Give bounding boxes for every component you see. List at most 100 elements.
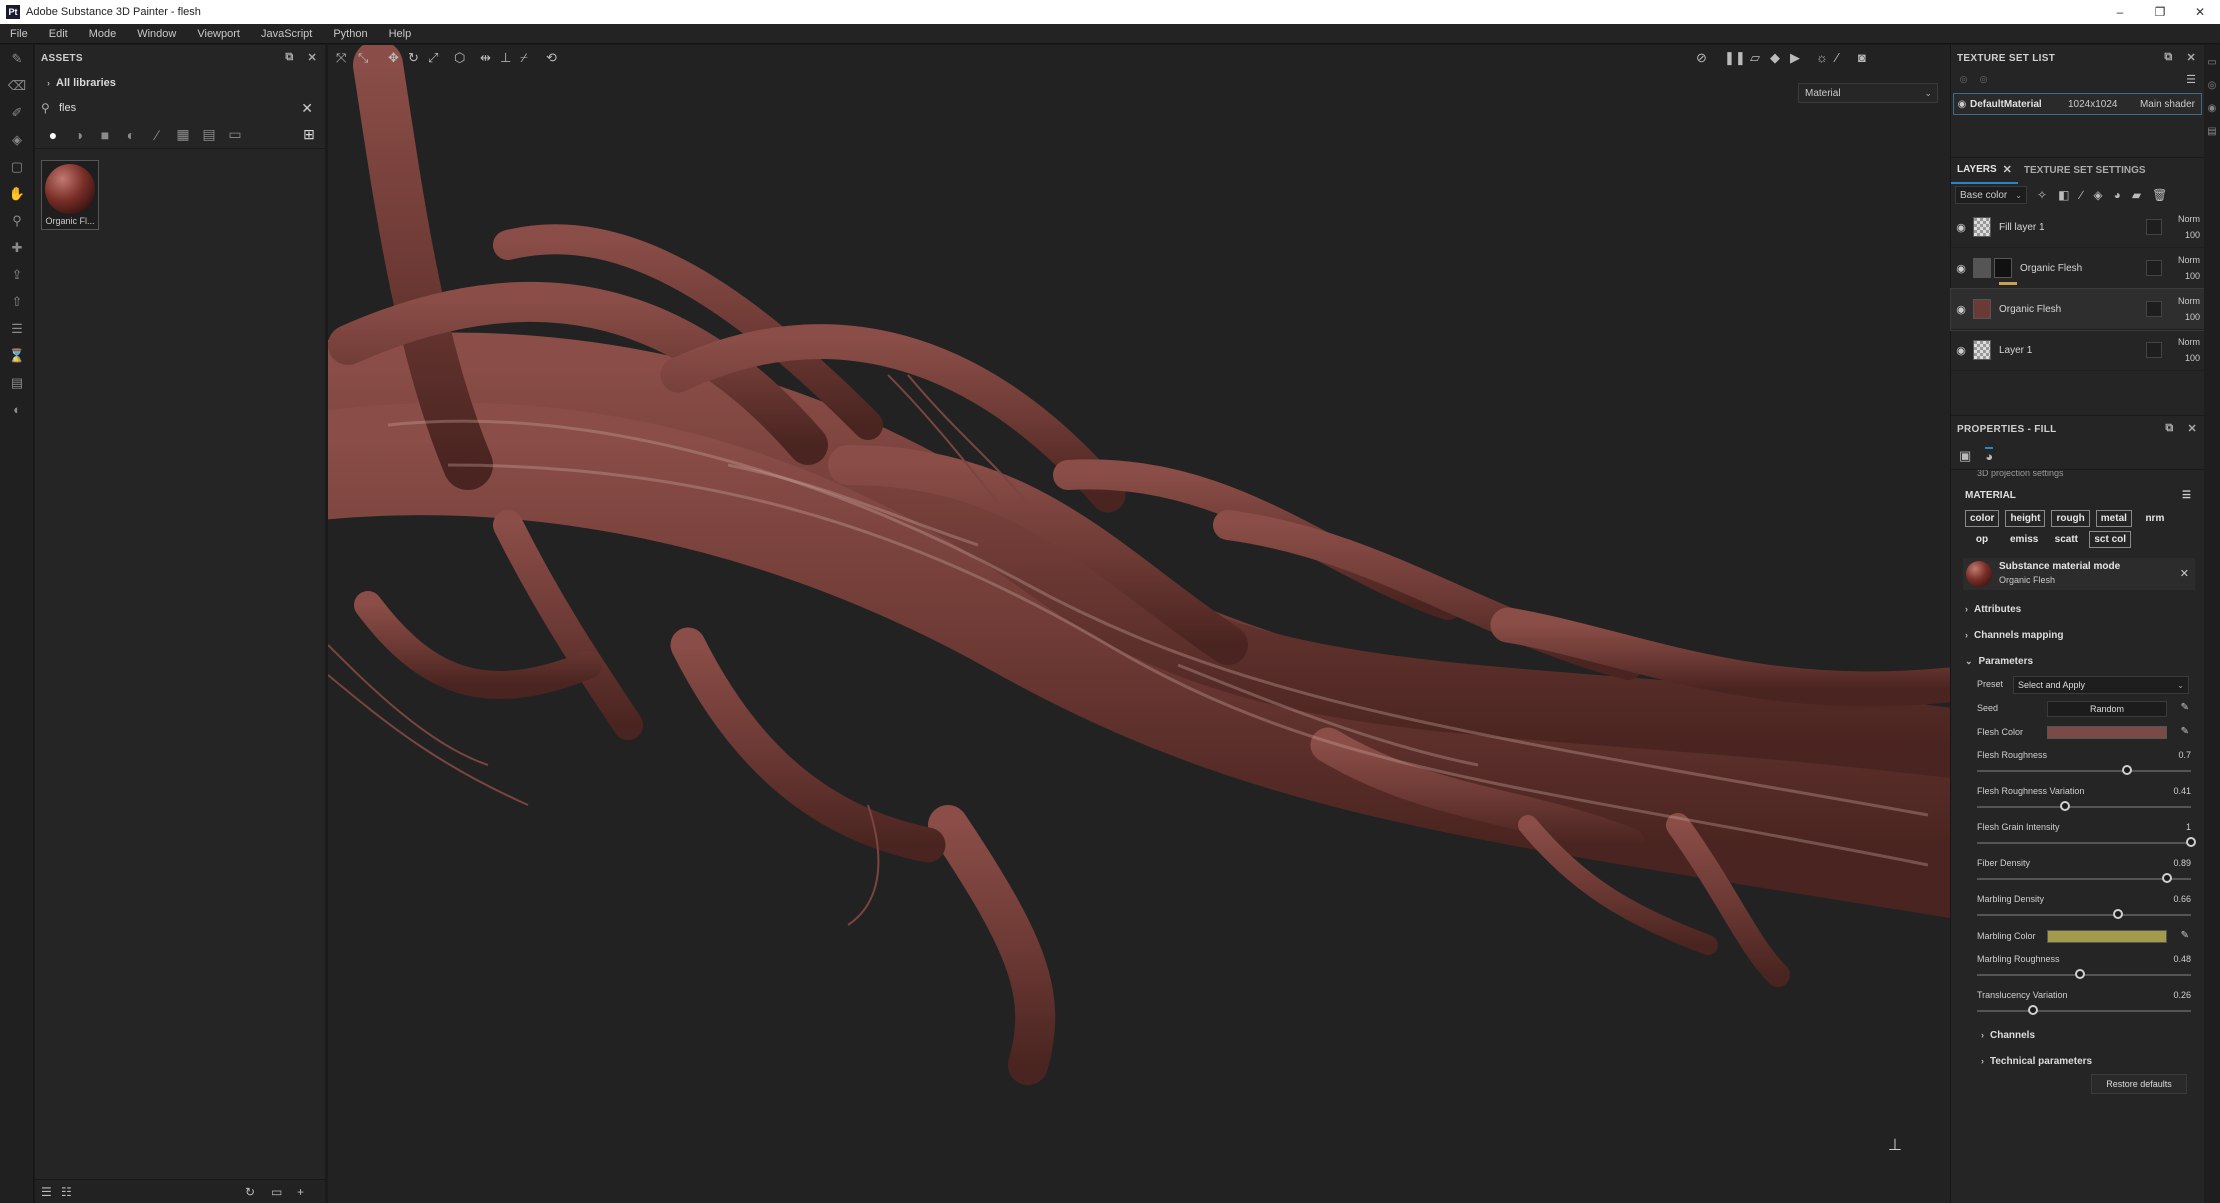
- group-channels[interactable]: › Channels: [1951, 1022, 2205, 1048]
- layer-row[interactable]: ◉ Fill layer 1 Norm 100: [1951, 207, 2204, 248]
- slider-track[interactable]: [1977, 914, 2191, 916]
- history-icon[interactable]: ⟲: [546, 50, 557, 66]
- slider-row[interactable]: Fiber Density 0.89: [1977, 854, 2191, 890]
- menu-window[interactable]: Window: [137, 28, 176, 40]
- chip-height[interactable]: height: [2005, 510, 2046, 527]
- shelf-icon[interactable]: ☰: [0, 315, 34, 342]
- add-folder-icon[interactable]: ▰: [2132, 188, 2141, 202]
- layer-row-selected[interactable]: ◉ Organic Flesh Norm 100: [1950, 288, 2205, 331]
- document-icon[interactable]: ▤: [0, 369, 34, 396]
- filter-materials-icon[interactable]: ●: [45, 127, 61, 143]
- fill-properties-icon[interactable]: ▣: [1959, 448, 1971, 464]
- brush-mode-icon[interactable]: ∕: [1836, 50, 1838, 65]
- maximize-button[interactable]: ❐: [2140, 0, 2180, 24]
- chip-op[interactable]: op: [1965, 531, 1999, 548]
- polygon-fill-icon[interactable]: ▢: [0, 153, 34, 180]
- paint-brush-icon[interactable]: ✎: [0, 45, 34, 72]
- 3d-viewport[interactable]: ⤧ ⤡ ✥ ↻ ⤢ ⬡ ⇹ ⊥ ⌿ ⟲ ⊘ ❚❚ ▱ ◆ ▶ ☼ ∕ ◙ Mat…: [328, 45, 1950, 1203]
- add-smart-material-icon[interactable]: ◕: [2114, 188, 2121, 202]
- export-icon[interactable]: ⇧: [0, 288, 34, 315]
- panel-toggle-icon[interactable]: ▭: [2204, 57, 2220, 68]
- slider-track[interactable]: [1977, 842, 2191, 844]
- close-window-button[interactable]: ✕: [2180, 0, 2220, 24]
- menu-mode[interactable]: Mode: [89, 28, 117, 40]
- library-selector[interactable]: › All libraries: [35, 71, 325, 95]
- eye-icon[interactable]: ◉: [1951, 221, 1971, 234]
- add-fill-layer-icon[interactable]: ◈: [2093, 188, 2102, 202]
- layer-row[interactable]: ◉ Organic Flesh Norm 100: [1951, 248, 2204, 289]
- chip-scatt[interactable]: scatt: [2049, 531, 2083, 548]
- slider-track[interactable]: [1977, 806, 2191, 808]
- align-icon[interactable]: ⊥: [500, 50, 511, 66]
- filter-smart-materials-icon[interactable]: ◑: [71, 127, 87, 143]
- filter-brushes-icon[interactable]: ∕: [149, 127, 165, 143]
- chip-color[interactable]: color: [1965, 510, 2000, 527]
- float-panel-icon[interactable]: ⧉: [285, 51, 293, 64]
- slider-row[interactable]: Marbling Roughness 0.48: [1977, 950, 2191, 986]
- refresh-icon[interactable]: ↻: [245, 1185, 255, 1199]
- layer-blend[interactable]: Norm 100: [2166, 211, 2200, 243]
- asset-search-input[interactable]: [59, 102, 279, 114]
- flesh-color-swatch[interactable]: [2047, 726, 2167, 739]
- selection-tool-icon[interactable]: ⤧: [336, 50, 346, 66]
- add-icon[interactable]: +: [297, 1185, 304, 1199]
- close-icon[interactable]: ✕: [307, 51, 317, 64]
- eyedropper-icon[interactable]: ✎: [2181, 726, 2189, 737]
- symmetry-icon[interactable]: ⇹: [480, 50, 491, 66]
- panel-toggle-icon[interactable]: ◎: [2204, 80, 2220, 91]
- slider-knob[interactable]: [2121, 765, 2132, 775]
- slider-knob[interactable]: [2186, 837, 2196, 847]
- move-icon[interactable]: ✥: [388, 50, 399, 66]
- slider-marbling-density[interactable]: Marbling Density 0.66: [1977, 890, 2191, 926]
- group-parameters[interactable]: ⌄ Parameters: [1951, 648, 2205, 674]
- slider-knob[interactable]: [2027, 1005, 2038, 1015]
- menu-python[interactable]: Python: [333, 28, 367, 40]
- clear-search-icon[interactable]: ✕: [301, 100, 313, 117]
- panel-toggle-icon[interactable]: ▤: [2204, 126, 2220, 137]
- 3d-view-icon[interactable]: ◆: [1770, 50, 1780, 66]
- close-icon[interactable]: ✕: [2186, 51, 2196, 64]
- slider-knob[interactable]: [2059, 801, 2070, 811]
- slider-row[interactable]: Flesh Roughness Variation 0.41: [1977, 782, 2191, 818]
- eye-icon[interactable]: ◉: [1951, 303, 1971, 316]
- slider-track[interactable]: [1977, 770, 2191, 772]
- float-panel-icon[interactable]: ⧉: [2165, 422, 2173, 435]
- substance-material-slot[interactable]: Substance material mode Organic Flesh ✕: [1963, 558, 2195, 590]
- screenshot-icon[interactable]: ◙: [1858, 50, 1866, 65]
- eye-icon[interactable]: ◉: [1951, 262, 1971, 275]
- delete-icon[interactable]: 🗑: [2152, 188, 2167, 202]
- detail-view-icon[interactable]: ☷: [61, 1185, 72, 1199]
- grid-view-icon[interactable]: ⊞: [301, 126, 317, 143]
- slider-row[interactable]: Flesh Roughness 0.7: [1977, 746, 2191, 782]
- float-panel-icon[interactable]: ⧉: [2164, 51, 2172, 64]
- close-icon[interactable]: ✕: [2187, 422, 2197, 435]
- filter-procedurals-icon[interactable]: ▦: [175, 126, 191, 143]
- minimize-button[interactable]: –: [2100, 0, 2140, 24]
- projection-settings-cut[interactable]: 3D projection settings: [1951, 470, 2205, 480]
- eyedropper-icon[interactable]: ✎: [2181, 930, 2189, 941]
- eye-icon[interactable]: ◉: [1951, 344, 1971, 357]
- layer-row[interactable]: ◉ Layer 1 Norm 100: [1951, 330, 2204, 371]
- texture-set-shader[interactable]: Main shader: [2140, 99, 2195, 110]
- panel-toggle-icon[interactable]: ◉: [2204, 103, 2220, 114]
- mask-icon[interactable]: ◧: [2058, 188, 2069, 202]
- slider-knob[interactable]: [2074, 969, 2085, 979]
- eraser-icon[interactable]: ⌫: [0, 72, 34, 99]
- scale-icon[interactable]: ⤢: [428, 50, 438, 66]
- hide-icon[interactable]: ⊘: [1696, 50, 1707, 66]
- picker-icon[interactable]: ✚: [0, 234, 34, 261]
- slider-row[interactable]: Flesh Grain Intensity 1: [1977, 818, 2196, 854]
- effects-icon[interactable]: ✧: [2037, 188, 2047, 202]
- menu-edit[interactable]: Edit: [49, 28, 68, 40]
- edit-icon[interactable]: ✎: [2181, 702, 2189, 713]
- tab-texture-set-settings[interactable]: TEXTURE SET SETTINGS: [2018, 158, 2152, 184]
- channel-select[interactable]: Base color ⌄: [1955, 186, 2027, 204]
- preset-select[interactable]: Select and Apply ⌄: [2013, 676, 2189, 694]
- layer-checkbox[interactable]: [2146, 301, 2162, 317]
- slider-row[interactable]: Translucency Variation 0.26: [1977, 986, 2191, 1022]
- filter-environments-icon[interactable]: ▭: [227, 126, 243, 143]
- chip-nrm[interactable]: nrm: [2138, 510, 2172, 527]
- layer-blend[interactable]: Norm 100: [2166, 334, 2200, 366]
- group-channels-mapping[interactable]: › Channels mapping: [1951, 622, 2205, 648]
- camera-icon[interactable]: ▶: [1790, 50, 1800, 66]
